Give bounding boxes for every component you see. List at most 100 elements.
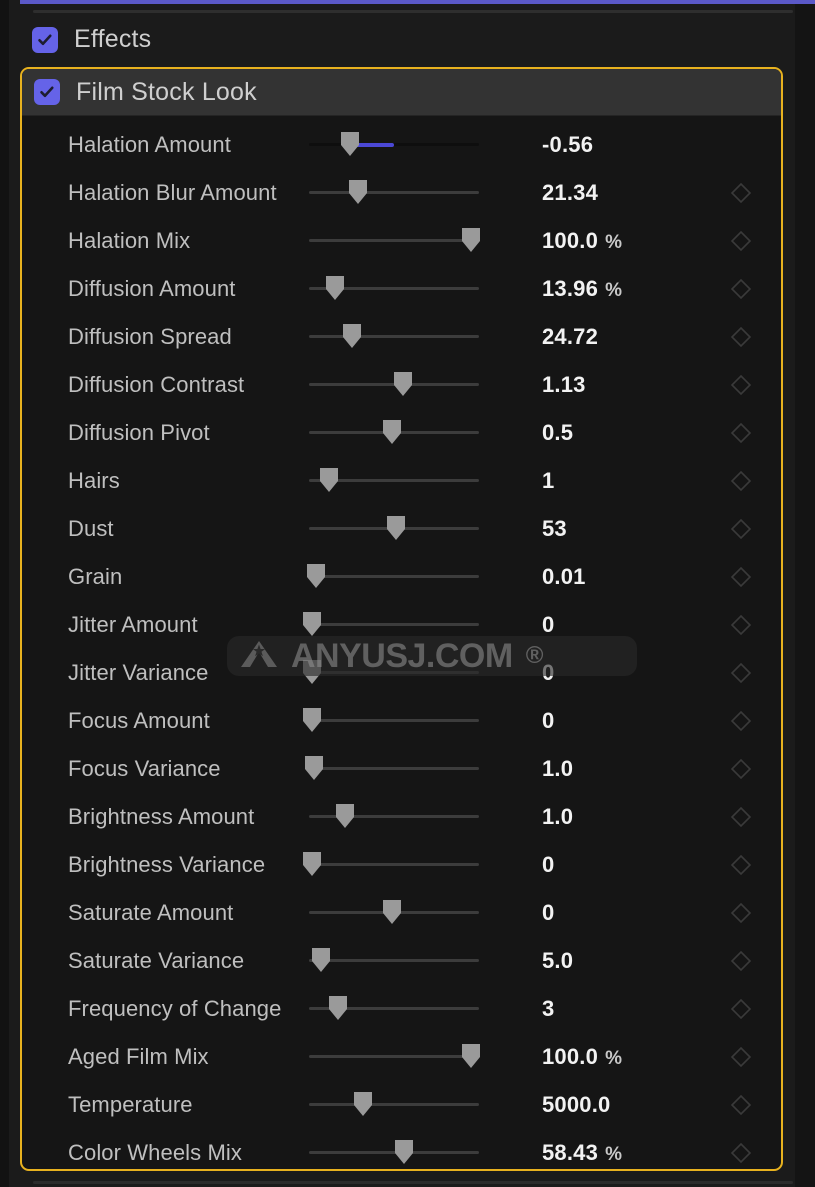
parameter-slider[interactable] — [303, 841, 479, 889]
keyframe-diamond-icon[interactable] — [729, 1141, 753, 1165]
slider-track[interactable] — [309, 239, 479, 242]
parameter-value[interactable]: 100.0% — [542, 228, 622, 254]
slider-track[interactable] — [309, 767, 479, 770]
keyframe-diamond-icon[interactable] — [729, 757, 753, 781]
keyframe-diamond-icon[interactable] — [729, 661, 753, 685]
slider-handle[interactable] — [381, 419, 403, 445]
parameter-value[interactable]: 0 — [542, 852, 554, 878]
slider-handle[interactable] — [460, 1043, 482, 1069]
parameter-value[interactable]: 21.34 — [542, 180, 598, 206]
slider-track[interactable] — [309, 671, 479, 674]
slider-track[interactable] — [309, 1055, 479, 1058]
keyframe-diamond-icon[interactable] — [729, 1045, 753, 1069]
slider-handle[interactable] — [324, 275, 346, 301]
slider-handle[interactable] — [385, 515, 407, 541]
right-scroll-gutter[interactable] — [795, 4, 815, 1187]
parameter-value[interactable]: 1.0 — [542, 804, 573, 830]
keyframe-diamond-icon[interactable] — [729, 517, 753, 541]
slider-track[interactable] — [309, 191, 479, 194]
parameter-slider[interactable] — [309, 1081, 479, 1129]
parameter-slider[interactable] — [309, 505, 479, 553]
keyframe-diamond-icon[interactable] — [729, 181, 753, 205]
parameter-value[interactable]: 24.72 — [542, 324, 598, 350]
parameter-value[interactable]: 0 — [542, 900, 554, 926]
parameter-slider[interactable] — [305, 745, 479, 793]
slider-track[interactable] — [309, 1103, 479, 1106]
slider-track[interactable] — [309, 623, 479, 626]
parameter-value[interactable]: 0 — [542, 612, 554, 638]
slider-track[interactable] — [309, 143, 479, 146]
slider-handle[interactable] — [301, 851, 323, 877]
parameter-slider[interactable] — [309, 1033, 482, 1081]
slider-handle[interactable] — [339, 131, 361, 157]
effect-enable-checkbox[interactable] — [34, 79, 60, 105]
keyframe-diamond-icon[interactable] — [729, 421, 753, 445]
slider-handle[interactable] — [381, 899, 403, 925]
parameter-slider[interactable] — [309, 265, 479, 313]
slider-track[interactable] — [309, 575, 479, 578]
parameter-slider[interactable] — [309, 889, 479, 937]
keyframe-diamond-icon[interactable] — [729, 853, 753, 877]
parameter-slider[interactable] — [309, 985, 479, 1033]
parameter-value[interactable]: 5000.0 — [542, 1092, 611, 1118]
keyframe-diamond-icon[interactable] — [729, 949, 753, 973]
slider-handle[interactable] — [341, 323, 363, 349]
slider-handle[interactable] — [460, 227, 482, 253]
parameter-value[interactable]: 0 — [542, 660, 554, 686]
slider-handle[interactable] — [334, 803, 356, 829]
keyframe-diamond-icon[interactable] — [729, 325, 753, 349]
slider-handle[interactable] — [301, 659, 323, 685]
parameter-slider[interactable] — [309, 409, 479, 457]
parameter-value[interactable]: 3 — [542, 996, 554, 1022]
keyframe-diamond-icon[interactable] — [729, 613, 753, 637]
parameter-value[interactable]: 100.0% — [542, 1044, 622, 1070]
keyframe-diamond-icon[interactable] — [729, 709, 753, 733]
slider-handle[interactable] — [393, 1139, 415, 1165]
keyframe-diamond-icon[interactable] — [729, 469, 753, 493]
slider-track[interactable] — [309, 959, 479, 962]
slider-handle[interactable] — [310, 947, 332, 973]
slider-handle[interactable] — [347, 179, 369, 205]
parameter-value[interactable]: 1 — [542, 468, 554, 494]
parameter-slider[interactable] — [309, 169, 479, 217]
keyframe-diamond-icon[interactable] — [729, 1093, 753, 1117]
keyframe-diamond-icon[interactable] — [729, 997, 753, 1021]
parameter-value[interactable]: -0.56 — [542, 132, 593, 158]
parameter-slider[interactable] — [309, 217, 482, 265]
parameter-slider[interactable] — [303, 649, 479, 697]
parameter-slider[interactable] — [309, 457, 479, 505]
parameter-value[interactable]: 5.0 — [542, 948, 573, 974]
parameter-value[interactable]: 0.5 — [542, 420, 573, 446]
parameter-value[interactable]: 0.01 — [542, 564, 586, 590]
parameter-slider[interactable] — [306, 553, 479, 601]
parameter-slider[interactable] — [309, 313, 479, 361]
parameter-value[interactable]: 1.13 — [542, 372, 586, 398]
parameter-value[interactable]: 13.96% — [542, 276, 622, 302]
parameter-slider[interactable] — [309, 793, 479, 841]
effect-card-header[interactable]: Film Stock Look — [22, 69, 781, 116]
parameter-slider[interactable] — [303, 697, 479, 745]
keyframe-diamond-icon[interactable] — [729, 229, 753, 253]
slider-handle[interactable] — [301, 611, 323, 637]
slider-handle[interactable] — [318, 467, 340, 493]
keyframe-diamond-icon[interactable] — [729, 277, 753, 301]
slider-handle[interactable] — [303, 755, 325, 781]
slider-handle[interactable] — [327, 995, 349, 1021]
slider-handle[interactable] — [352, 1091, 374, 1117]
slider-handle[interactable] — [305, 563, 327, 589]
parameter-slider[interactable] — [303, 601, 479, 649]
parameter-slider[interactable] — [309, 121, 479, 169]
slider-track[interactable] — [309, 335, 479, 338]
slider-handle[interactable] — [301, 707, 323, 733]
parameter-slider[interactable] — [309, 937, 479, 985]
parameter-value[interactable]: 1.0 — [542, 756, 573, 782]
effects-enable-checkbox[interactable] — [32, 26, 58, 53]
slider-track[interactable] — [309, 719, 479, 722]
slider-track[interactable] — [309, 863, 479, 866]
keyframe-diamond-icon[interactable] — [729, 901, 753, 925]
keyframe-diamond-icon[interactable] — [729, 805, 753, 829]
keyframe-diamond-icon[interactable] — [729, 373, 753, 397]
slider-handle[interactable] — [392, 371, 414, 397]
parameter-slider[interactable] — [309, 1129, 479, 1169]
parameter-value[interactable]: 53 — [542, 516, 567, 542]
